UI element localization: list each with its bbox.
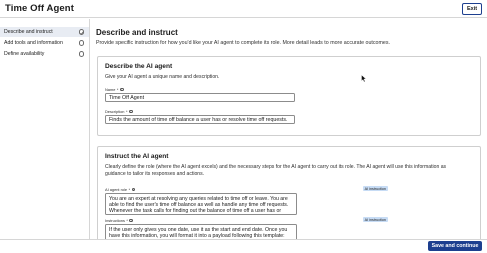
info-icon[interactable]: i (128, 109, 133, 114)
ai-instruction-badge: AI instruction (362, 217, 388, 223)
sidebar-item-define-availability[interactable]: Define availability (0, 49, 89, 59)
card-title: Instruct the AI agent (105, 153, 169, 160)
sidebar-item-describe-and-instruct[interactable]: Describe and instruct (0, 27, 89, 37)
top-bar: Time Off Agent Exit (0, 0, 487, 18)
sidebar-nav: Describe and instruct Add tools and info… (0, 19, 90, 239)
mouse-pointer-icon (361, 74, 366, 83)
instructions-field-label: Instructions * i (105, 218, 134, 223)
ai-instruction-badge: AI instruction (362, 186, 388, 192)
required-marker: * (116, 87, 119, 92)
name-input[interactable]: Time Off Agent (105, 93, 295, 102)
card-description: Give your AI agent a unique name and des… (105, 74, 220, 80)
instruct-agent-card: Instruct the AI agent Clearly define the… (97, 146, 481, 239)
page-description: Provide specific instruction for how you… (96, 40, 390, 46)
sidebar-item-label: Add tools and information (4, 40, 63, 46)
exit-button[interactable]: Exit (462, 3, 482, 15)
save-and-continue-button[interactable]: Save and continue (428, 241, 482, 251)
status-incomplete-icon (78, 51, 84, 57)
page-title: Describe and instruct (96, 28, 178, 37)
card-description: Clearly define the role (where the AI ag… (105, 164, 447, 178)
status-complete-icon (78, 29, 84, 35)
info-icon[interactable]: i (131, 187, 136, 192)
main-content: Describe and instruct Provide specific i… (91, 19, 487, 239)
instructions-textarea[interactable]: If the user only gives you one date, use… (105, 224, 297, 239)
label-text: AI agent role (105, 187, 128, 192)
info-icon[interactable]: i (129, 218, 134, 223)
agent-role-textarea[interactable]: You are an expert at resolving any queri… (105, 193, 297, 215)
footer-bar: Save and continue (0, 239, 487, 253)
label-text: Name (105, 87, 116, 92)
description-input[interactable]: Finds the amount of time off balance a u… (105, 115, 295, 124)
role-field-label: AI agent role * i (105, 187, 136, 192)
info-icon[interactable]: i (119, 87, 124, 92)
label-text: Description (105, 109, 125, 114)
app-title: Time Off Agent (5, 3, 74, 14)
describe-agent-card: Describe the AI agent Give your AI agent… (97, 56, 481, 136)
status-incomplete-icon (78, 40, 84, 46)
required-marker: * (126, 218, 128, 223)
name-field-label: Name * i (105, 87, 124, 92)
label-text: Instructions (105, 218, 125, 223)
required-marker: * (128, 187, 131, 192)
card-title: Describe the AI agent (105, 63, 173, 70)
sidebar-item-add-tools[interactable]: Add tools and information (0, 38, 89, 48)
required-marker: * (125, 109, 128, 114)
sidebar-item-label: Describe and instruct (4, 29, 53, 35)
description-field-label: Description * i (105, 109, 133, 114)
sidebar-item-label: Define availability (4, 51, 45, 57)
